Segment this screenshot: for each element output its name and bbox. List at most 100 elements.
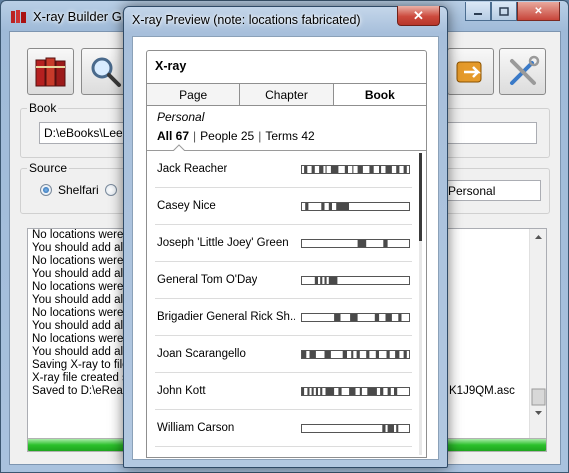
xray-tabs: Page Chapter Book (147, 83, 426, 106)
search-button[interactable] (81, 48, 128, 95)
xray-preview-dialog: X-ray Preview (note: locations fabricate… (123, 6, 448, 468)
location-mark (314, 277, 318, 284)
xray-scrollbar[interactable] (419, 153, 422, 455)
location-mark (383, 240, 388, 247)
log-scrollbar[interactable] (529, 229, 546, 451)
xray-entry[interactable]: William Carson (155, 410, 412, 447)
location-mark (395, 351, 400, 358)
entry-name: Casey Nice (157, 200, 216, 212)
location-mark (325, 388, 335, 395)
minimize-icon (474, 13, 482, 15)
dialog-client-area: X-ray Page Chapter Book Personal All 67 |… (132, 36, 439, 460)
location-mark (309, 351, 316, 358)
location-mark (338, 388, 342, 395)
tab-page-label: Page (179, 87, 208, 102)
location-mark (374, 314, 380, 321)
location-mark (352, 166, 354, 173)
maximize-button[interactable] (491, 2, 517, 21)
location-mark (324, 277, 327, 284)
shelfari-radio[interactable] (40, 184, 52, 196)
location-mark (349, 388, 356, 395)
location-mark (367, 388, 377, 395)
xray-scroll-thumb[interactable] (419, 153, 422, 241)
filter-terms[interactable]: Terms 42 (265, 129, 314, 143)
xray-entry[interactable]: Jack Reacher (155, 151, 412, 188)
location-mark (403, 166, 407, 173)
location-mark (396, 166, 400, 173)
filter-all[interactable]: All 67 (157, 129, 189, 143)
location-mark (302, 351, 307, 358)
close-icon: ✕ (413, 7, 424, 23)
location-mark (307, 388, 310, 395)
location-mark (328, 277, 338, 284)
location-bar (301, 239, 410, 248)
location-mark (379, 166, 382, 173)
location-mark (357, 240, 367, 247)
xray-entry[interactable]: Joseph 'Little Joey' Green (155, 225, 412, 262)
close-icon: ✕ (534, 5, 543, 17)
location-mark (328, 203, 332, 210)
export-button[interactable] (447, 48, 494, 95)
location-mark (359, 388, 362, 395)
settings-button[interactable] (499, 48, 546, 95)
tab-page[interactable]: Page (147, 84, 241, 105)
tab-book-label: Book (364, 87, 395, 102)
location-mark (403, 351, 407, 358)
location-mark (334, 314, 341, 321)
tab-book[interactable]: Book (333, 84, 426, 105)
location-mark (351, 351, 354, 358)
main-window-title: X-ray Builder GU (33, 9, 132, 24)
location-mark (394, 388, 398, 395)
entry-name: Jack Reacher (157, 163, 228, 175)
book-group-label: Book (27, 101, 59, 115)
scroll-arrows-icon (531, 235, 546, 415)
entry-name: John Kott (157, 385, 206, 397)
entry-name: General Tom O'Day (157, 274, 258, 286)
location-bar (301, 202, 410, 211)
location-mark (319, 166, 324, 173)
location-mark (330, 166, 339, 173)
entry-name: William Carson (157, 422, 235, 434)
location-bar (301, 313, 410, 322)
location-mark (380, 388, 384, 395)
xray-entry[interactable]: John Kott (155, 373, 412, 410)
location-mark (336, 203, 349, 210)
location-mark (375, 351, 379, 358)
source-radio-2[interactable] (105, 184, 117, 196)
xray-entry-list: Jack Reacher Casey Nice Joseph 'Little Joe… (147, 151, 417, 447)
xray-panel: X-ray Page Chapter Book Personal All 67 |… (146, 50, 427, 458)
dialog-close-button[interactable]: ✕ (397, 6, 440, 26)
section-label: Personal (157, 110, 205, 124)
location-mark (320, 388, 323, 395)
location-mark (385, 314, 392, 321)
location-mark (396, 425, 399, 432)
location-bar (301, 165, 410, 174)
filter-separator: | (258, 129, 262, 143)
location-bar (301, 350, 410, 359)
tools-icon (509, 55, 539, 85)
location-mark (302, 388, 305, 395)
filter-people[interactable]: People 25 (200, 129, 254, 143)
maximize-icon (499, 6, 509, 16)
xray-entry[interactable]: General Tom O'Day (155, 262, 412, 299)
filter-bar: All 67 | People 25 | Terms 42 (157, 129, 315, 143)
xray-entry[interactable]: Casey Nice (155, 188, 412, 225)
location-mark (320, 277, 323, 284)
location-bar (301, 387, 410, 396)
tab-chapter[interactable]: Chapter (240, 84, 334, 105)
location-mark (369, 166, 374, 173)
filter-separator: | (193, 129, 197, 143)
entry-name: Brigadier General Rick Sh... (157, 311, 295, 323)
location-bar (301, 276, 410, 285)
minimize-button[interactable] (465, 2, 491, 21)
personal-field[interactable]: Personal (443, 180, 541, 201)
location-mark (357, 166, 363, 173)
xray-entry[interactable]: Joan Scarangello (155, 336, 412, 373)
xray-entry[interactable]: Brigadier General Rick Sh... (155, 299, 412, 336)
location-mark (321, 203, 325, 210)
location-mark (398, 314, 402, 321)
book-library-button[interactable] (27, 48, 74, 95)
entry-name: Joseph 'Little Joey' Green (157, 237, 289, 249)
log-tail-text: K1J9QM.asc (449, 385, 515, 397)
main-close-button[interactable]: ✕ (517, 2, 560, 21)
